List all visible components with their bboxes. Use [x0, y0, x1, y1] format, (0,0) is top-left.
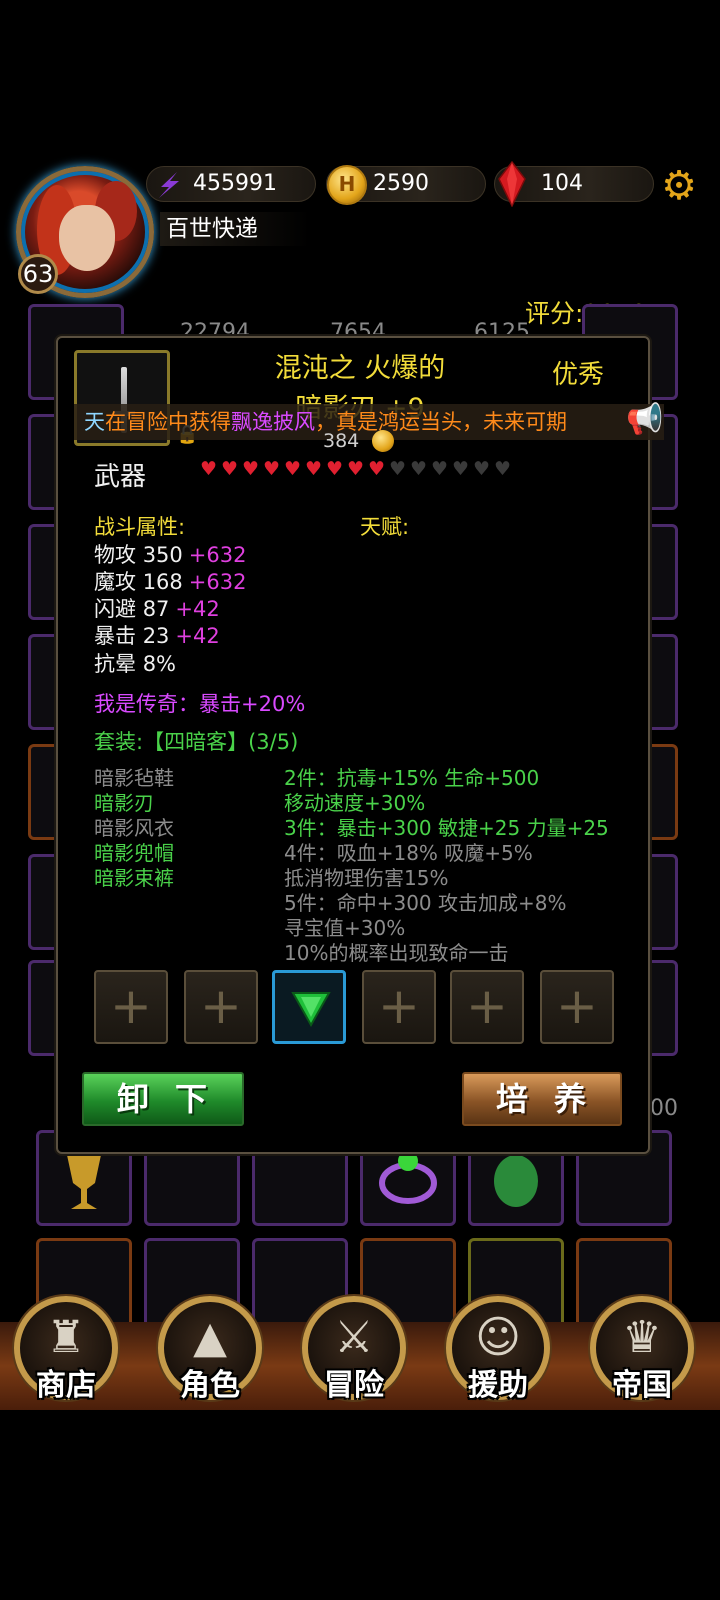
stat-name: 闪避	[94, 597, 136, 621]
red-gem-icon	[498, 161, 526, 207]
stat-bonus: +632	[188, 543, 247, 567]
player-level-badge: 63	[18, 254, 58, 294]
heart-filled-icon: ♥	[283, 458, 302, 480]
purple-bolt-icon	[159, 172, 179, 198]
heart-empty-icon: ♥	[388, 458, 407, 480]
nav-empire-button[interactable]: ♛ 帝国	[584, 1290, 704, 1410]
hooded-figure-icon: ▲	[193, 1312, 227, 1363]
gold-coin-icon: H	[327, 165, 367, 205]
unequip-button[interactable]: 卸下	[82, 1072, 244, 1126]
stat-base: 168	[142, 570, 183, 594]
gold-counter: H 2590	[326, 165, 486, 205]
stat-name: 魔攻	[94, 570, 136, 594]
heart-filled-icon: ♥	[220, 458, 239, 480]
nav-label: 角色	[180, 1368, 240, 1403]
item-price: 384	[323, 430, 360, 452]
stat-row-crit: 暴击 23 +42	[94, 620, 220, 650]
ally-portrait-icon: ☺	[475, 1312, 521, 1363]
stat-row-magic-attack: 魔攻 168 +632	[94, 566, 246, 596]
exp-value: 455991	[193, 171, 277, 196]
heart-filled-icon: ♥	[199, 458, 218, 480]
legend-bonus-text: 我是传奇：暴击+20%	[94, 692, 306, 716]
crown-icon: ♛	[622, 1312, 662, 1363]
stat-base: 87	[142, 597, 170, 621]
talent-label: 天赋:	[360, 515, 410, 539]
heart-empty-icon: ♥	[430, 458, 449, 480]
stat-name: 暴击	[94, 624, 136, 648]
nav-label: 商店	[36, 1368, 96, 1403]
heart-filled-icon: ♥	[325, 458, 344, 480]
broadcast-marquee: 天在冒险中获得飘逸披风，真是鸿运当头，未来可期	[74, 404, 664, 440]
settings-gear-icon[interactable]: ⚙	[656, 166, 702, 206]
stat-base: 350	[142, 543, 183, 567]
heart-filled-icon: ♥	[262, 458, 281, 480]
marquee-item-name: 飘逸披风	[231, 410, 315, 434]
stat-bonus: +42	[175, 624, 220, 648]
nav-shop-button[interactable]: ♜ 商店	[8, 1290, 128, 1410]
train-button[interactable]: 培养	[462, 1072, 622, 1126]
stat-row-dodge: 闪避 87 +42	[94, 593, 220, 623]
exp-counter: 455991	[146, 166, 316, 202]
gem-socket-empty[interactable]: +	[184, 970, 258, 1044]
stat-name: 物攻	[94, 543, 136, 567]
nav-label: 援助	[468, 1368, 528, 1403]
heart-empty-icon: ♥	[472, 458, 491, 480]
nav-assist-button[interactable]: ☺ 援助	[440, 1290, 560, 1410]
nav-label: 帝国	[612, 1368, 672, 1403]
avatar-face	[59, 205, 115, 271]
bg-stat-value: 00	[650, 1096, 678, 1121]
item-quality-label: 优秀	[552, 360, 605, 390]
heart-empty-icon: ♥	[451, 458, 470, 480]
nav-adventure-button[interactable]: ⚔ 冒险	[296, 1290, 416, 1410]
horn-icon: 📢	[626, 402, 664, 437]
gold-value: 2590	[373, 171, 429, 196]
heart-empty-icon: ♥	[409, 458, 428, 480]
gem-socket-empty[interactable]: +	[94, 970, 168, 1044]
stat-base: 23	[142, 624, 170, 648]
gem-socket-empty[interactable]: +	[362, 970, 436, 1044]
stat-base: 8%	[142, 652, 177, 676]
gem-value: 104	[541, 171, 583, 196]
heart-filled-icon: ♥	[304, 458, 323, 480]
nav-label: 冒险	[324, 1368, 384, 1403]
stat-row-physical-attack: 物攻 350 +632	[94, 539, 246, 569]
nav-character-button[interactable]: ▲ 角色	[152, 1290, 272, 1410]
item-category: 武器	[94, 462, 147, 492]
combat-stats-label: 战斗属性:	[94, 515, 186, 539]
gem-socket-filled[interactable]	[272, 970, 346, 1044]
heart-filled-icon: ♥	[241, 458, 260, 480]
stat-name: 抗晕	[94, 652, 136, 676]
marquee-prefix: 天	[84, 410, 105, 434]
heart-filled-icon: ♥	[367, 458, 386, 480]
stat-bonus: +42	[175, 597, 220, 621]
castle-icon: ♜	[46, 1312, 86, 1363]
item-name-line1: 混沌之 火爆的	[274, 353, 446, 384]
gem-counter: 104	[494, 161, 654, 207]
set-bonus-line: 10%的概率出现致命一击	[284, 941, 509, 965]
gem-socket-empty[interactable]: +	[540, 970, 614, 1044]
stat-row-stun-resist: 抗晕 8%	[94, 648, 176, 678]
heart-empty-icon: ♥	[493, 458, 512, 480]
dungeon-gate-icon: ⚔	[334, 1312, 374, 1363]
gem-socket-empty[interactable]: +	[450, 970, 524, 1044]
marquee-text: 在冒险中获得	[105, 410, 231, 434]
green-gem-icon	[291, 992, 331, 1027]
set-piece: 暗影束裤	[94, 866, 174, 890]
set-title: 套装:【四暗客】(3/5)	[94, 730, 299, 754]
heart-filled-icon: ♥	[346, 458, 365, 480]
player-name: 百世快递	[160, 212, 310, 246]
enhance-hearts: ♥ ♥ ♥ ♥ ♥ ♥ ♥ ♥ ♥ ♥ ♥ ♥ ♥ ♥ ♥	[198, 456, 513, 482]
stat-bonus: +632	[188, 570, 247, 594]
price-coin-icon	[372, 430, 394, 452]
